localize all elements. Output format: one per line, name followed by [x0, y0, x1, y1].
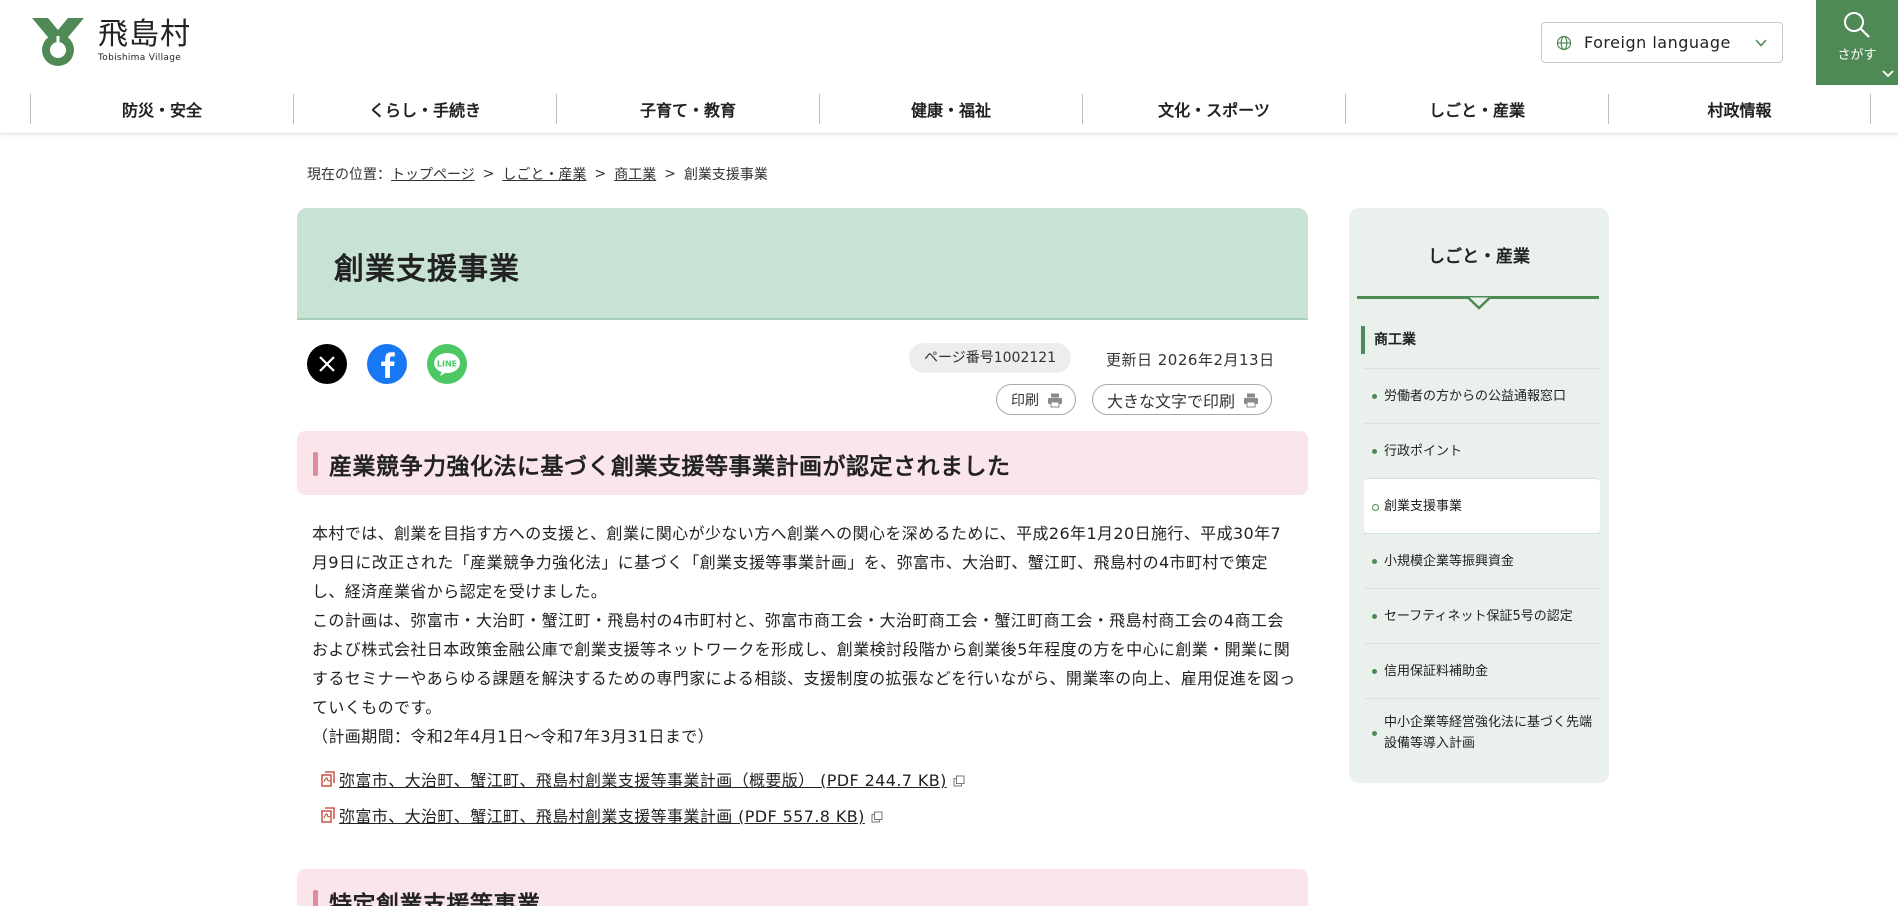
pdf-link-text: 弥富市、大治町、蟹江町、飛島村創業支援等事業計画 (PDF 557.8 KB): [339, 807, 865, 826]
printer-icon: [1048, 393, 1062, 407]
pdf-link-summary[interactable]: 弥富市、大治町、蟹江町、飛島村創業支援等事業計画（概要版） (PDF 244.7…: [321, 767, 965, 791]
share-line-button[interactable]: LINE: [427, 344, 467, 384]
print-button[interactable]: 印刷: [996, 384, 1076, 415]
breadcrumb-separator: >: [482, 166, 495, 182]
line-icon: LINE: [434, 353, 460, 376]
printer-icon: [1244, 393, 1259, 407]
nav-item-culture[interactable]: 文化・スポーツ: [1082, 94, 1345, 124]
body-paragraph: この計画は、弥富市・大治町・蟹江町・飛島村の4市町村と、弥富市商工会・大治町商工…: [312, 611, 1296, 717]
facebook-icon: [381, 352, 395, 378]
sidebar-item-points[interactable]: 行政ポイント: [1364, 423, 1600, 478]
external-window-icon: [953, 775, 965, 787]
pdf-link-full[interactable]: 弥富市、大治町、蟹江町、飛島村創業支援等事業計画 (PDF 557.8 KB): [321, 803, 883, 827]
nav-item-health[interactable]: 健康・福祉: [819, 94, 1082, 124]
page-number-badge: ページ番号1002121: [909, 343, 1072, 373]
pdf-link-text: 弥富市、大治町、蟹江町、飛島村創業支援等事業計画（概要版） (PDF 244.7…: [339, 771, 947, 790]
breadcrumb-link-work[interactable]: しごと・産業: [502, 164, 586, 184]
body-paragraph: 本村では、創業を目指す方への支援と、創業に関心が少ない方へ創業への関心を深めるた…: [312, 524, 1282, 601]
share-facebook-button[interactable]: [367, 344, 407, 384]
nav-item-living[interactable]: くらし・手続き: [293, 94, 556, 124]
nav-item-childcare[interactable]: 子育て・教育: [556, 94, 819, 124]
section-heading: 特定創業支援等事業: [297, 869, 1308, 906]
chevron-down-icon: [1755, 39, 1767, 47]
body-paragraph: （計画期間：令和2年4月1日～令和7年3月31日まで）: [312, 727, 715, 746]
search-icon: [1844, 12, 1870, 38]
search-button[interactable]: さがす: [1816, 0, 1898, 85]
nav-item-safety[interactable]: 防災・安全: [30, 94, 293, 124]
sidebar-list: 労働者の方からの公益通報窓口 行政ポイント 創業支援事業 小規模企業等振興資金 …: [1364, 368, 1600, 766]
foreign-language-select[interactable]: Foreign language: [1541, 22, 1783, 63]
sidebar-item-small-business-fund[interactable]: 小規模企業等振興資金: [1364, 533, 1600, 588]
print-button-label: 印刷: [1011, 392, 1039, 409]
site-logo[interactable]: 飛島村 Tobishima Village: [30, 16, 191, 68]
logo-name: 飛島村: [98, 17, 191, 52]
sidebar-item-safety-net[interactable]: セーフティネット保証5号の認定: [1364, 588, 1600, 643]
print-large-button[interactable]: 大きな文字で印刷: [1092, 384, 1273, 415]
heading-accent-bar: [313, 452, 318, 476]
sidebar-item-whistleblowing[interactable]: 労働者の方からの公益通報窓口: [1364, 368, 1600, 423]
updated-date: 更新日 2026年2月13日: [1106, 351, 1275, 369]
sidebar-item-startup-support[interactable]: 創業支援事業: [1364, 478, 1600, 533]
search-label: さがす: [1837, 48, 1877, 63]
pdf-icon: [321, 807, 335, 823]
logo-subtitle: Tobishima Village: [98, 53, 182, 63]
site-header: 飛島村 Tobishima Village Foreign language さ…: [0, 0, 1898, 134]
breadcrumb-link-commerce[interactable]: 商工業: [614, 164, 656, 184]
sidebar-title: しごと・産業: [1428, 247, 1530, 267]
breadcrumb-separator: >: [664, 166, 676, 182]
section-heading-text: 産業競争力強化法に基づく創業支援等事業計画が認定されました: [329, 454, 1011, 480]
section-heading-text: 特定創業支援等事業: [329, 892, 541, 906]
nav-item-work[interactable]: しごと・産業: [1345, 94, 1608, 124]
print-large-button-label: 大きな文字で印刷: [1107, 391, 1236, 411]
village-emblem-icon: [32, 18, 84, 66]
breadcrumb-current: 創業支援事業: [683, 167, 768, 183]
sidebar-item-equipment-plan[interactable]: 中小企業等経営強化法に基づく先端設備等導入計画: [1364, 698, 1600, 766]
breadcrumb-prefix: 現在の位置：: [307, 167, 391, 183]
breadcrumb-separator: >: [594, 166, 607, 182]
breadcrumb-link-top[interactable]: トップページ: [391, 164, 475, 184]
chevron-down-icon: [1882, 70, 1894, 78]
sidebar-divider-notch: [1468, 296, 1490, 310]
share-x-button[interactable]: [307, 344, 347, 384]
sidebar: しごと・産業 商工業 労働者の方からの公益通報窓口 行政ポイント 創業支援事業 …: [1349, 208, 1609, 783]
nav-item-government[interactable]: 村政情報: [1608, 94, 1871, 124]
section-body: 本村では、創業を目指す方への支援と、創業に関心が少ない方へ創業への関心を深めるた…: [312, 519, 1297, 751]
heading-accent-bar: [313, 890, 318, 906]
breadcrumb: 現在の位置： トップページ > しごと・産業 > 商工業 > 創業支援事業: [307, 164, 768, 184]
foreign-language-label: Foreign language: [1584, 33, 1731, 52]
sidebar-category[interactable]: 商工業: [1361, 326, 1597, 354]
sidebar-item-guarantee-subsidy[interactable]: 信用保証料補助金: [1364, 643, 1600, 698]
pdf-icon: [321, 771, 335, 787]
page-title: 創業支援事業: [334, 252, 520, 287]
global-nav: 防災・安全 くらし・手続き 子育て・教育 健康・福祉 文化・スポーツ しごと・産…: [30, 94, 1871, 124]
line-icon-text: LINE: [437, 360, 457, 369]
x-icon: [319, 356, 335, 372]
globe-icon: [1556, 35, 1572, 50]
external-window-icon: [871, 811, 883, 823]
section-heading: 産業競争力強化法に基づく創業支援等事業計画が認定されました: [297, 431, 1308, 495]
page-title-box: 創業支援事業: [297, 208, 1308, 320]
